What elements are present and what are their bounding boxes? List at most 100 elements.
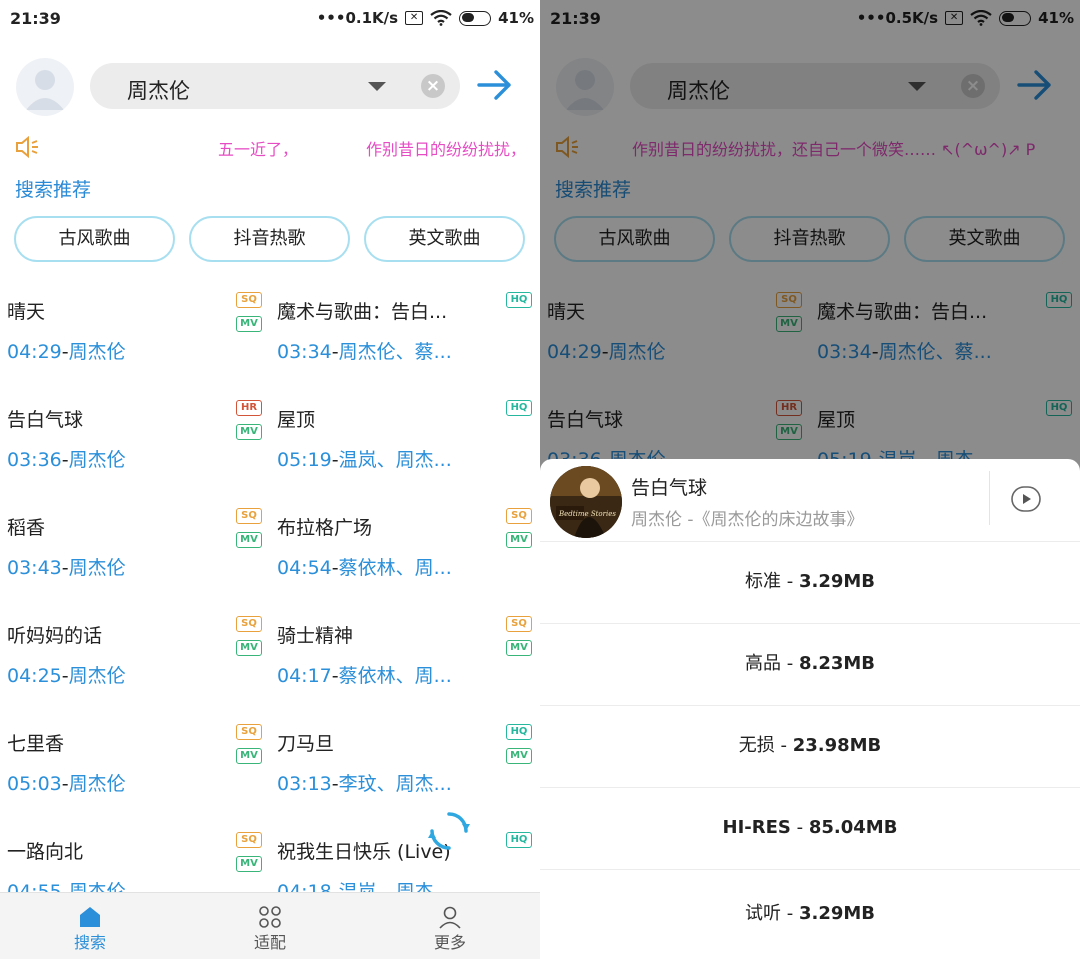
nav-item-more[interactable]: 更多 [360, 893, 540, 959]
song-meta: 03:34-周杰伦、蔡... [277, 341, 452, 363]
song-artist: 周杰伦、蔡... [338, 341, 452, 363]
mv-badge: MV [236, 316, 262, 332]
marquee-text: 作别昔日的纷纷扰扰， [366, 140, 527, 159]
song-title: 祝我生日快乐 (Live) [277, 841, 451, 863]
hq-badge: HQ [506, 832, 532, 848]
battery-percent: 41% [498, 9, 534, 27]
nav-item-adapt[interactable]: 适配 [180, 893, 360, 959]
search-input[interactable]: 周杰伦 × [90, 63, 460, 109]
song-duration: 03:43 [7, 557, 62, 579]
quality-option[interactable]: 无损 - 23.98MB [540, 705, 1080, 787]
sq-badge: SQ [506, 508, 532, 524]
hq-badge: HQ [506, 292, 532, 308]
tag-button[interactable]: 古风歌曲 [14, 216, 175, 262]
song-title: 稻香 [7, 517, 46, 539]
sim-icon: ✕ [405, 11, 424, 25]
song-artist: 李玟、周杰... [338, 773, 452, 795]
song-title: 魔术与歌曲：告白... [277, 301, 448, 323]
hq-badge: HQ [506, 400, 532, 416]
song-artist: 温岚、周杰... [338, 449, 452, 471]
song-artist: 周杰伦 [68, 665, 126, 687]
song-duration: 04:17 [277, 665, 332, 687]
song-duration: 04:29 [7, 341, 62, 363]
status-time: 21:39 [10, 9, 61, 28]
song-meta: 03:36-周杰伦 [7, 449, 126, 471]
mv-badge: MV [236, 640, 262, 656]
song-title: 骑士精神 [277, 625, 354, 647]
song-meta: 04:29-周杰伦 [7, 341, 126, 363]
song-meta: 04:54-蔡依林、周... [277, 557, 452, 579]
search-query[interactable]: 周杰伦 [127, 75, 190, 105]
bottom-nav: 搜索 适配 更多 [0, 892, 540, 959]
quality-sheet-screen: 21:39 •••0.5K/s ✕ 41% 周杰伦 × 作别昔日的纷纷扰扰，还自… [540, 0, 1080, 959]
song-meta: 05:03-周杰伦 [7, 773, 126, 795]
song-duration: 04:25 [7, 665, 62, 687]
divider [540, 869, 1080, 870]
sq-badge: SQ [236, 508, 262, 524]
divider [989, 471, 990, 525]
song-meta: 04:25-周杰伦 [7, 665, 126, 687]
hq-badge: HQ [506, 724, 532, 740]
song-title: 布拉格广场 [277, 517, 373, 539]
mv-badge: MV [236, 856, 262, 872]
album-cover: Bedtime Stories [550, 466, 622, 538]
mv-badge: MV [506, 532, 532, 548]
song-artist: 蔡依林、周... [338, 665, 452, 687]
song-meta: 04:17-蔡依林、周... [277, 665, 452, 687]
grid-icon [259, 906, 281, 928]
album-cover-text: Bedtime Stories [558, 510, 616, 518]
nav-label: 搜索 [73, 933, 106, 952]
chevron-down-icon[interactable] [368, 82, 386, 91]
song-duration: 05:19 [277, 449, 332, 471]
status-bar: 21:39 •••0.1K/s ✕ 41% [0, 0, 540, 38]
arrow-right-icon[interactable] [476, 68, 514, 102]
song-artist: 周杰伦 [68, 557, 126, 579]
clear-icon[interactable]: × [421, 74, 445, 98]
search-header: 周杰伦 × [0, 56, 540, 116]
mv-badge: MV [236, 748, 262, 764]
tag-button[interactable]: 英文歌曲 [364, 216, 525, 262]
announcement-marquee: 五一近了， 作别昔日的纷纷扰扰， [0, 134, 540, 162]
user-icon [439, 906, 461, 929]
song-duration: 03:13 [277, 773, 332, 795]
loading-spinner-icon [428, 812, 470, 850]
sq-badge: SQ [236, 616, 262, 632]
song-artist: 周杰伦 [68, 341, 126, 363]
search-screen: 21:39 •••0.1K/s ✕ 41% 周杰伦 × 五一近了， 作别昔日的纷… [0, 0, 540, 959]
quality-option[interactable]: HI-RES - 85.04MB [540, 787, 1080, 869]
song-title: 一路向北 [7, 841, 84, 863]
song-duration: 04:54 [277, 557, 332, 579]
song-title: 晴天 [7, 301, 46, 323]
wifi-icon [430, 10, 452, 26]
quality-option[interactable]: 高品 - 8.23MB [540, 623, 1080, 705]
sheet-song-subtitle: 周杰伦 -《周杰伦的床边故事》 [631, 510, 864, 530]
sheet-song-title: 告白气球 [631, 477, 708, 499]
quality-option[interactable]: 标准 - 3.29MB [540, 541, 1080, 623]
song-duration: 03:36 [7, 449, 62, 471]
quality-bottom-sheet: Bedtime Stories 告白气球 周杰伦 -《周杰伦的床边故事》 标准 … [540, 459, 1080, 959]
avatar[interactable] [16, 58, 74, 116]
song-title: 屋顶 [277, 409, 316, 431]
song-meta: 03:43-周杰伦 [7, 557, 126, 579]
battery-icon [459, 10, 492, 26]
song-title: 告白气球 [7, 409, 84, 431]
network-speed: •••0.1K/s [316, 9, 399, 27]
song-title: 刀马旦 [277, 733, 335, 755]
marquee-text: 五一近了， [218, 140, 299, 159]
song-artist: 周杰伦 [68, 773, 126, 795]
play-icon[interactable] [1011, 486, 1041, 512]
section-title: 搜索推荐 [15, 179, 92, 201]
song-duration: 03:34 [277, 341, 332, 363]
song-meta: 03:13-李玟、周杰... [277, 773, 452, 795]
mv-badge: MV [506, 748, 532, 764]
nav-label: 更多 [433, 933, 466, 952]
nav-item-search[interactable]: 搜索 [0, 893, 180, 959]
song-meta: 05:19-温岚、周杰... [277, 449, 452, 471]
song-title: 七里香 [7, 733, 65, 755]
home-icon [80, 907, 100, 927]
sq-badge: SQ [236, 292, 262, 308]
tag-button[interactable]: 抖音热歌 [189, 216, 350, 262]
quality-option[interactable]: 试听 - 3.29MB [540, 873, 1080, 955]
hr-badge: HR [236, 400, 262, 416]
nav-label: 适配 [253, 933, 286, 952]
